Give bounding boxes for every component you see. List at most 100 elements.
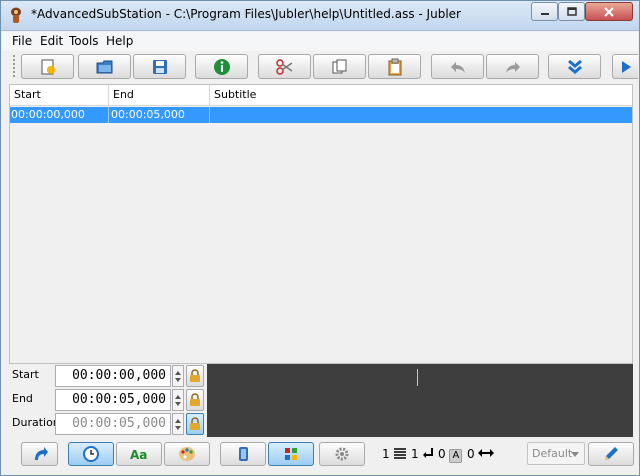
- undo-button[interactable]: [431, 54, 484, 79]
- page-icon: [239, 447, 248, 461]
- minimize-icon: [540, 12, 549, 15]
- start-lock-button[interactable]: [186, 365, 204, 387]
- start-time-field[interactable]: 00:00:00,000: [55, 365, 171, 387]
- window-title: *AdvancedSubStation - C:\Program Files\J…: [31, 7, 461, 21]
- duration-field[interactable]: 00:00:05,000: [55, 413, 171, 435]
- maximize-icon: [566, 6, 577, 16]
- spinner-down-icon[interactable]: [175, 378, 181, 382]
- end-lock-button[interactable]: [186, 389, 204, 411]
- lines-icon: [394, 448, 407, 459]
- spinner-up-icon[interactable]: [175, 419, 181, 423]
- spinner-up-icon[interactable]: [175, 371, 181, 375]
- undo-icon: [450, 61, 465, 73]
- column-header-subtitle[interactable]: Subtitle: [214, 88, 256, 101]
- end-time-spinner[interactable]: [172, 389, 184, 411]
- column-header-start[interactable]: Start: [14, 88, 41, 101]
- char-count-value: 0: [438, 447, 446, 461]
- title-bar: *AdvancedSubStation - C:\Program Files\J…: [1, 1, 639, 31]
- edit-style-button[interactable]: [588, 442, 634, 466]
- close-button[interactable]: [585, 2, 633, 21]
- line-count-value: 1: [382, 447, 390, 461]
- newline-icon: [423, 448, 434, 458]
- toolbar-grip[interactable]: [13, 55, 15, 77]
- gear-icon: [335, 447, 349, 461]
- duration-lock-button[interactable]: [186, 413, 204, 435]
- spinner-down-icon[interactable]: [175, 402, 181, 406]
- menu-file[interactable]: File: [12, 34, 32, 48]
- maximize-button[interactable]: [558, 2, 585, 21]
- folder-open-icon: [96, 60, 112, 73]
- bottom-toolbar: Aa 1 1 0 A 0 Default: [2, 439, 638, 469]
- redo-icon: [505, 61, 520, 73]
- column-divider[interactable]: [209, 85, 210, 106]
- dropdown-arrow-icon: [571, 452, 579, 457]
- font-style-button[interactable]: Aa: [116, 442, 162, 466]
- bookmark-button[interactable]: [220, 442, 266, 466]
- settings-button[interactable]: [319, 442, 365, 466]
- timing-mode-button[interactable]: [68, 442, 114, 466]
- lock-icon: [190, 369, 200, 382]
- end-label: End: [12, 392, 33, 405]
- lock-icon: [190, 417, 200, 430]
- playback-cursor[interactable]: [417, 369, 418, 386]
- cell-divider: [108, 107, 109, 123]
- color-palette-button[interactable]: [164, 442, 210, 466]
- menu-edit[interactable]: Edit: [40, 34, 63, 48]
- cell-divider: [209, 107, 210, 123]
- cell-start: 00:00:00,000: [11, 108, 85, 121]
- char-count: 0 A: [438, 447, 463, 463]
- new-file-button[interactable]: [21, 54, 74, 79]
- width-count-value: 0: [467, 447, 475, 461]
- duration-label: Duration: [12, 416, 60, 429]
- clock-icon: [83, 446, 99, 462]
- table-header: Start End Subtitle: [10, 85, 632, 106]
- menu-help[interactable]: Help: [106, 34, 133, 48]
- play-button[interactable]: [612, 54, 638, 79]
- menu-bar: File Edit Tools Help: [2, 32, 638, 51]
- line-count: 1: [382, 447, 407, 461]
- grid-view-button[interactable]: [268, 442, 314, 466]
- jubler-app-icon: [11, 7, 21, 23]
- width-count: 0: [467, 447, 495, 461]
- column-divider[interactable]: [108, 85, 109, 106]
- style-select-value: Default: [532, 447, 573, 460]
- grid-icon: [285, 448, 297, 460]
- start-label: Start: [12, 368, 39, 381]
- svg-text:Aa: Aa: [130, 448, 147, 462]
- waveform-preview[interactable]: [207, 364, 633, 437]
- start-time-spinner[interactable]: [172, 365, 184, 387]
- app-window: *AdvancedSubStation - C:\Program Files\J…: [0, 0, 640, 476]
- copy-button[interactable]: [313, 54, 366, 79]
- open-file-button[interactable]: [78, 54, 131, 79]
- menu-tools[interactable]: Tools: [69, 34, 99, 48]
- scissors-icon: [275, 58, 292, 75]
- copy-icon: [332, 59, 346, 73]
- style-select[interactable]: Default: [527, 442, 585, 465]
- spinner-down-icon[interactable]: [175, 426, 181, 430]
- info-icon: [213, 58, 230, 75]
- palette-icon: [179, 447, 195, 461]
- double-chevron-down-icon: [567, 59, 582, 74]
- table-row[interactable]: 00:00:00,000 00:00:05,000: [10, 107, 632, 123]
- newline-count-value: 1: [411, 447, 419, 461]
- save-file-button[interactable]: [133, 54, 186, 79]
- toolbar-expand-button[interactable]: [548, 54, 601, 79]
- char-icon: A: [449, 449, 463, 463]
- duration-spinner[interactable]: [172, 413, 184, 435]
- curved-arrow-icon: [34, 447, 48, 460]
- cut-button[interactable]: [258, 54, 311, 79]
- paste-button[interactable]: [368, 54, 421, 79]
- minimize-button[interactable]: [531, 2, 558, 21]
- main-toolbar: [2, 51, 638, 83]
- end-time-field[interactable]: 00:00:05,000: [55, 389, 171, 411]
- save-icon: [152, 59, 167, 74]
- spinner-up-icon[interactable]: [175, 395, 181, 399]
- width-arrows-icon: [478, 449, 495, 457]
- newline-count: 1: [411, 447, 434, 461]
- info-button[interactable]: [195, 54, 248, 79]
- jump-button[interactable]: [21, 442, 58, 466]
- redo-button[interactable]: [486, 54, 539, 79]
- column-header-end[interactable]: End: [113, 88, 134, 101]
- timing-editor: Start 00:00:00,000 End 00:00:05,000 Dura…: [9, 364, 633, 437]
- lock-icon: [190, 393, 200, 406]
